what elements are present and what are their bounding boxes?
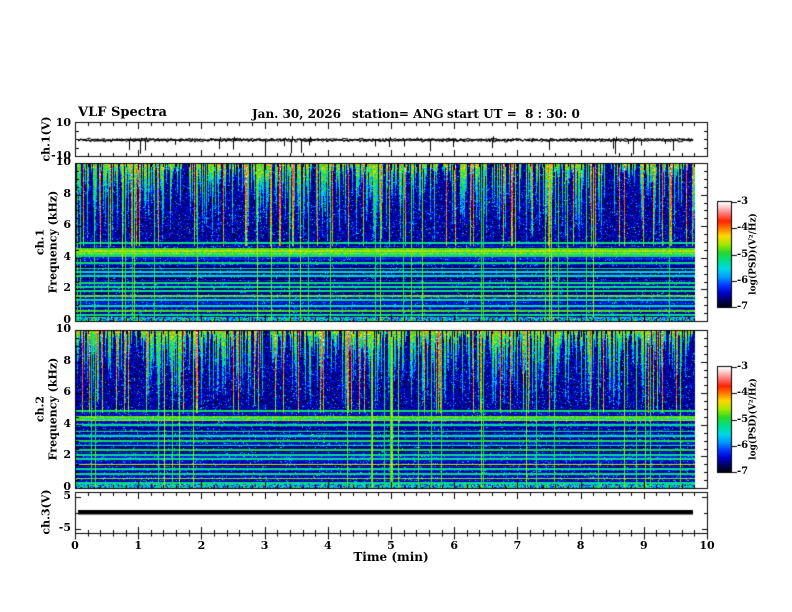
- x-tick-label: 1: [134, 539, 143, 552]
- colorbar1-tick-label: -7: [737, 301, 749, 312]
- x-tick-label: 10: [699, 539, 715, 552]
- ch1-spec-ytick-label: 4: [63, 249, 71, 263]
- x-tick-label: 2: [197, 539, 206, 552]
- ch2-spec-ytick-label: 8: [63, 353, 71, 367]
- ch2-spec-ytick-label: 6: [63, 385, 71, 399]
- ch1-frequency-axis-label: Frequency (kHz): [46, 190, 60, 294]
- figure-title: VLF Spectra: [78, 105, 167, 120]
- x-tick-label: 8: [576, 539, 585, 552]
- colorbar1-tick-label: -3: [737, 196, 749, 207]
- x-tick-label: 6: [450, 539, 459, 552]
- ch3-wave-ytick-label: -5: [58, 520, 71, 534]
- time-axis-label: Time (min): [353, 550, 429, 564]
- colorbar2-tick-label: -3: [737, 361, 749, 372]
- x-tick-label: 4: [323, 539, 332, 552]
- ch3-wave-ytick-label: 5: [63, 488, 71, 502]
- colorbar2-tick-label: -5: [737, 413, 749, 425]
- ch1-spec-ytick-label: 2: [63, 281, 71, 295]
- ch1-spec-ytick-label: 10: [55, 155, 71, 168]
- colorbar1-tick-label: -4: [737, 222, 749, 234]
- x-tick-label: 9: [639, 539, 648, 552]
- plot-canvas: [0, 0, 792, 612]
- colorbar2-tick-label: -6: [737, 439, 749, 451]
- ch2-frequency-axis-label: Frequency (kHz): [46, 357, 60, 461]
- x-tick-label: 0: [71, 539, 79, 552]
- colorbar1-tick-label: -5: [737, 248, 749, 260]
- station-label: station= ANG: [352, 107, 444, 121]
- x-tick-label: 3: [260, 539, 269, 552]
- ch2-spec-ytick-label: 2: [63, 448, 71, 462]
- colorbar2-tick-label: -4: [737, 387, 749, 399]
- start-ut-label: start UT = 8 : 30: 0: [447, 107, 580, 121]
- colorbar2-tick-label: -7: [737, 466, 749, 477]
- vlf-spectra-figure: VLF Spectra Jan. 30, 2026 station= ANG s…: [0, 0, 792, 612]
- ch1-spec-ytick-label: 8: [63, 186, 71, 200]
- ch2-spec-ytick-label: 4: [63, 416, 71, 430]
- ch2-spec-ytick-label: 10: [55, 322, 71, 335]
- x-tick-label: 5: [387, 539, 395, 552]
- figure-date: Jan. 30, 2026: [252, 107, 341, 121]
- ch1-wave-ytick-label: 10: [55, 116, 71, 129]
- x-tick-label: 7: [513, 539, 522, 552]
- ch1-spec-ytick-label: 6: [63, 218, 71, 232]
- colorbar1-tick-label: -6: [737, 274, 749, 286]
